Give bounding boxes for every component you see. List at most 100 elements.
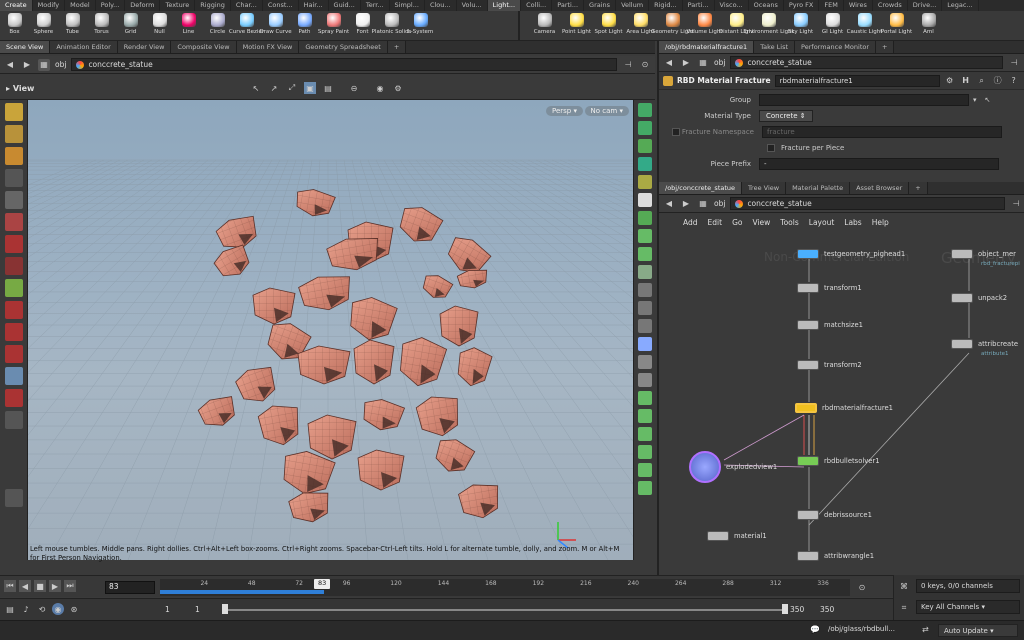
network-editor[interactable]: Non-Commercial Edition Geometry testgeom… — [659, 235, 1024, 575]
shelf-tool[interactable]: Sphere — [29, 11, 58, 41]
render-icon[interactable]: ◉ — [374, 82, 386, 94]
snap-curve-icon[interactable] — [4, 323, 23, 341]
move-tool-icon[interactable] — [4, 125, 23, 143]
path-field[interactable]: conccrete_statue — [730, 197, 1005, 210]
network-node[interactable]: debrissource1 — [797, 510, 872, 520]
shelf-tool[interactable]: Circle — [203, 11, 232, 41]
path-prefix[interactable]: obj — [714, 58, 725, 67]
loop-icon[interactable]: ⟲ — [36, 603, 48, 615]
add-tab-icon[interactable]: + — [876, 41, 895, 53]
shelf-tool[interactable]: Point Light — [562, 11, 591, 41]
pose-icon[interactable]: ↗ — [268, 82, 280, 94]
shelf-tool[interactable]: Path — [290, 11, 319, 41]
display-option-icon[interactable] — [637, 265, 652, 279]
shelf-tool[interactable]: Spray Paint — [318, 11, 349, 41]
forward-arrow-icon[interactable]: ▶ — [680, 198, 692, 210]
piece-prefix-field[interactable]: - — [759, 158, 999, 170]
audio-icon[interactable]: ♪ — [20, 603, 32, 615]
network-menu-item[interactable]: Labs — [844, 218, 861, 227]
network-icon[interactable]: ▦ — [697, 57, 709, 69]
shelf-tool[interactable]: Area Light — [626, 11, 655, 41]
display-option-icon[interactable] — [637, 193, 652, 207]
rotate-icon[interactable] — [4, 235, 23, 253]
range-menu-icon[interactable]: ▤ — [4, 603, 16, 615]
shelf-tool[interactable]: Distant Light — [719, 11, 754, 41]
network-menu-item[interactable]: View — [752, 218, 770, 227]
shelf-tool[interactable]: GI Light — [818, 11, 847, 41]
camera-menu[interactable]: No cam ▾ — [584, 106, 629, 116]
shelf-tab[interactable]: Hair... — [299, 0, 329, 11]
search-icon[interactable]: ⌕ — [976, 75, 988, 87]
network-node[interactable]: material1 — [707, 531, 767, 541]
magnet-icon[interactable] — [4, 301, 23, 319]
shelf-tab[interactable]: Char... — [231, 0, 263, 11]
node-name-field[interactable]: rbdmaterialfracture1 — [774, 74, 940, 87]
pane-tab[interactable]: Geometry Spreadsheet — [299, 41, 388, 53]
pivot-icon[interactable] — [4, 279, 23, 297]
shelf-tab[interactable]: Crowds — [873, 0, 908, 11]
range-start[interactable]: 1 — [165, 605, 170, 614]
network-menu-item[interactable]: Help — [872, 218, 889, 227]
pane-tab[interactable]: Render View — [117, 41, 172, 53]
network-node[interactable]: rbdbulletsolver1 — [797, 456, 880, 466]
network-menu-item[interactable]: Edit — [708, 218, 723, 227]
pane-tab[interactable]: Motion FX View — [236, 41, 300, 53]
shelf-tab[interactable]: Vellum — [616, 0, 650, 11]
magnet2-icon[interactable] — [4, 345, 23, 363]
viewport-3d[interactable]: Persp ▾ No cam ▾ — [28, 100, 633, 560]
network-icon[interactable]: ▦ — [697, 198, 709, 210]
timeline-track[interactable]: 24 48 72 96 120 144 168 192 216 240 264 288 312 336 8… — [160, 579, 850, 596]
shelf-tab[interactable]: Legac... — [942, 0, 979, 11]
shelf-tool[interactable]: Platonic Solids — [372, 11, 411, 41]
auto-update-menu[interactable]: Auto Update ▾ — [938, 624, 1018, 637]
shelf-tab[interactable]: Const... — [263, 0, 299, 11]
camera-icon[interactable]: ⚙ — [392, 82, 404, 94]
shelf-tool[interactable]: Box — [0, 11, 29, 41]
range-start-2[interactable]: 1 — [195, 605, 200, 614]
shelf-tool[interactable]: Spot Light — [594, 11, 623, 41]
display-option-icon[interactable] — [637, 463, 652, 477]
help-icon[interactable]: H — [960, 75, 972, 87]
key-icon[interactable]: ⊛ — [68, 603, 80, 615]
network-node[interactable]: transform2 — [797, 360, 862, 370]
shelf-tool[interactable]: Grid — [116, 11, 145, 41]
select-icon[interactable]: ↖ — [250, 82, 262, 94]
display-option-icon[interactable] — [637, 121, 652, 135]
shelf-tool[interactable]: Caustic Light — [847, 11, 882, 41]
network-node[interactable]: testgeometry_pighead1 — [797, 249, 905, 259]
pointer-icon[interactable] — [4, 169, 23, 187]
shelf-tab[interactable]: Visco... — [715, 0, 749, 11]
shelf-tool[interactable]: Draw Curve — [259, 11, 292, 41]
display-option-icon[interactable] — [637, 211, 652, 225]
network-node[interactable]: attribwrangle1 — [797, 551, 874, 561]
display-option-icon[interactable] — [637, 157, 652, 171]
network-menu-item[interactable]: Add — [683, 218, 698, 227]
shelf-tool[interactable]: Environment Light — [743, 11, 794, 41]
forward-arrow-icon[interactable]: ▶ — [680, 57, 692, 69]
handle-icon[interactable] — [4, 213, 23, 231]
pane-tab[interactable]: /obj/rbdmaterialfracture1 — [659, 41, 755, 53]
network-node[interactable]: unpack2 — [951, 293, 1007, 303]
range-end-2[interactable]: 350 — [820, 605, 834, 614]
range-slider[interactable] — [222, 609, 782, 611]
shelf-tool[interactable]: Font — [348, 11, 377, 41]
display-option-icon[interactable] — [637, 337, 652, 351]
network-node[interactable]: explodedview1 — [689, 451, 777, 483]
shelf-tool[interactable]: Geometry Light — [651, 11, 694, 41]
fracture-namespace-field[interactable]: fracture — [762, 126, 1002, 138]
shelf-tab[interactable]: Pyro FX — [784, 0, 820, 11]
add-tab-icon[interactable]: + — [909, 182, 928, 194]
add-tab-icon[interactable]: + — [387, 41, 407, 53]
shelf-tab[interactable]: Modify — [33, 0, 66, 11]
shelf-tab[interactable]: Poly... — [96, 0, 126, 11]
display-option-icon[interactable] — [637, 319, 652, 333]
shelf-tab[interactable]: Simpl... — [390, 0, 425, 11]
ghost-icon[interactable]: ⊖ — [348, 82, 360, 94]
chat-icon[interactable]: 💬 — [810, 625, 820, 634]
update-icon[interactable]: ⇄ — [922, 625, 929, 634]
shelf-tool[interactable]: Aml — [914, 11, 943, 41]
display-option-icon[interactable] — [637, 409, 652, 423]
network-node[interactable]: matchsize1 — [797, 320, 863, 330]
network-icon[interactable]: ▦ — [38, 58, 50, 71]
shelf-tab[interactable]: Grains — [584, 0, 617, 11]
